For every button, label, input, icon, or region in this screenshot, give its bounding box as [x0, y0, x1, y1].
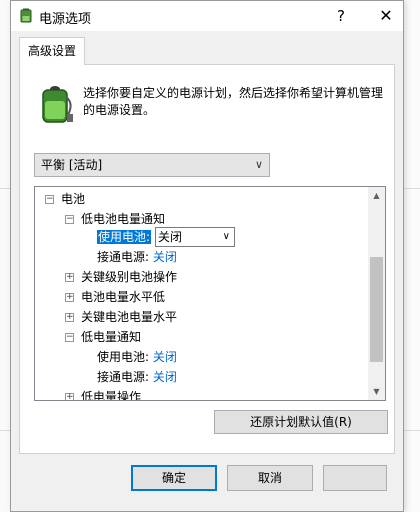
on-battery-value: 关闭: [158, 230, 183, 244]
power-options-dialog: 电源选项 ? ✕ 高级设置 选择你要自定义的电源计划，然后选择你希望计算机管理的…: [10, 0, 404, 512]
background-window-left: [0, 0, 10, 512]
intro-text: 选择你要自定义的电源计划，然后选择你希望计算机管理的电源设置。: [83, 86, 384, 117]
chevron-down-icon: ∨: [222, 231, 230, 242]
close-button[interactable]: ✕: [371, 4, 401, 28]
restore-defaults-button[interactable]: 还原计划默认值(R): [214, 410, 388, 434]
apply-button[interactable]: [323, 465, 387, 491]
on-battery-select[interactable]: 关闭 ∨: [155, 227, 235, 247]
ok-button[interactable]: 确定: [131, 465, 217, 491]
collapse-icon[interactable]: −: [45, 195, 54, 204]
window-title: 电源选项: [39, 12, 92, 27]
tree-scrollbar[interactable]: ▲ ▼: [368, 187, 385, 400]
settings-tree[interactable]: − 电池 − 低电池电量通知 使用电池: 关闭 ∨ 接通电源: 关闭 + 关键级…: [34, 186, 386, 401]
scroll-down-icon[interactable]: ▼: [368, 383, 385, 400]
cancel-button[interactable]: 取消: [227, 465, 313, 491]
tree-item-low-power-notify[interactable]: 低电量通知: [81, 328, 141, 346]
tree-item-battery-level-low[interactable]: 电池电量水平低: [81, 288, 165, 306]
battery-icon: [42, 86, 73, 123]
low-power-plugged-in-setting[interactable]: 接通电源: 关闭: [97, 368, 177, 386]
tree-item-low-battery-notify[interactable]: 低电池电量通知: [81, 210, 165, 228]
collapse-icon[interactable]: −: [65, 333, 74, 342]
collapse-icon[interactable]: −: [65, 215, 74, 224]
tree-item-critical-action[interactable]: 关键级别电池操作: [81, 268, 177, 286]
tree-item-low-power-action[interactable]: 低电量操作: [81, 388, 141, 400]
chevron-down-icon: ∨: [254, 158, 263, 171]
on-battery-label: 使用电池:: [97, 230, 152, 244]
tree-item-battery[interactable]: 电池: [61, 190, 85, 208]
power-plan-select[interactable]: 平衡 [活动] ∨: [34, 153, 270, 177]
scrollbar-thumb[interactable]: [370, 257, 383, 362]
scroll-up-icon[interactable]: ▲: [368, 187, 385, 204]
title-bar: 电源选项 ? ✕: [11, 1, 403, 31]
power-options-icon: [20, 8, 32, 23]
tab-advanced-settings[interactable]: 高级设置: [19, 37, 85, 65]
power-plan-value: 平衡 [活动]: [41, 158, 103, 172]
expand-icon[interactable]: +: [65, 293, 74, 302]
expand-icon[interactable]: +: [65, 273, 74, 282]
expand-icon[interactable]: +: [65, 393, 74, 400]
low-power-on-battery-setting[interactable]: 使用电池: 关闭: [97, 348, 177, 366]
plugged-in-setting[interactable]: 接通电源: 关闭: [97, 248, 177, 266]
expand-icon[interactable]: +: [65, 313, 74, 322]
help-button[interactable]: ?: [327, 4, 355, 28]
tree-item-critical-battery-level[interactable]: 关键电池电量水平: [81, 308, 177, 326]
